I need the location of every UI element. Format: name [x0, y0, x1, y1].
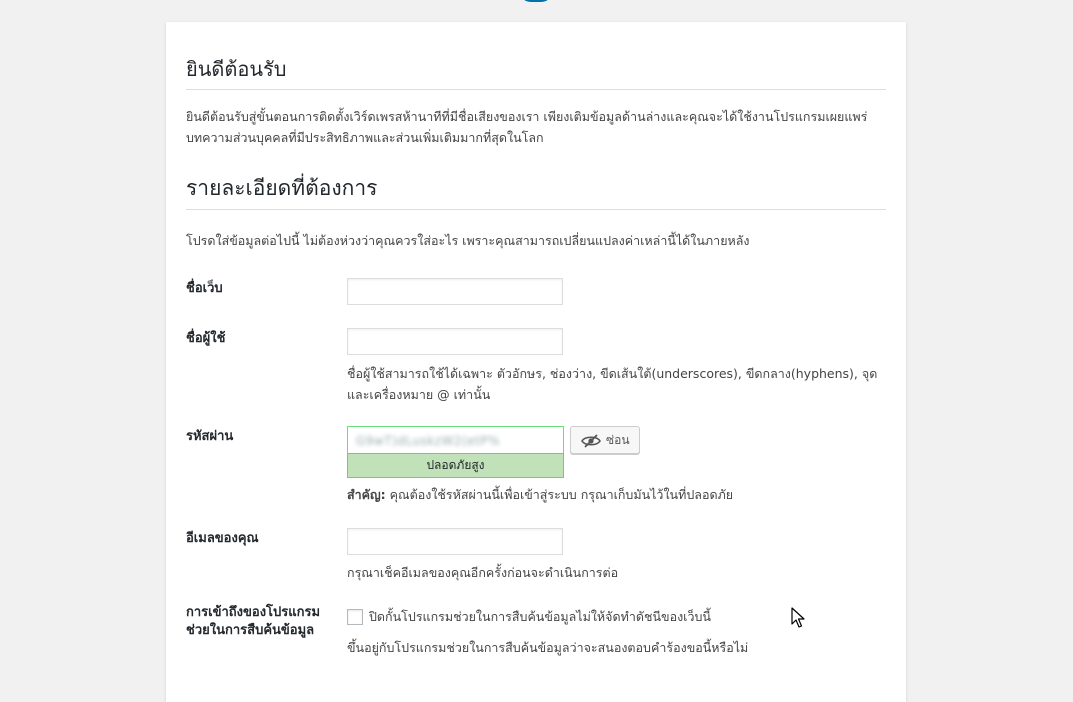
eye-slash-icon	[581, 434, 601, 448]
password-value: G9wT)dLuskzW2(etP%	[356, 434, 500, 448]
search-visibility-label: การเข้าถึงของโปรแกรมช่วยในการสืบค้นข้อมู…	[186, 605, 321, 638]
email-label: อีเมลของคุณ	[186, 531, 259, 546]
setup-card: ยินดีต้อนรับ ยินดีต้อนรับสู่ขั้นตอนการติ…	[166, 22, 906, 702]
welcome-heading: ยินดีต้อนรับ	[186, 54, 886, 90]
hide-button-label: ซ่อน	[606, 433, 630, 447]
details-heading: รายละเอียดที่ต้องการ	[186, 172, 886, 210]
search-hint: ขึ้นอยู่กับโปรแกรมช่วยในการสืบค้นข้อมูลว…	[347, 640, 749, 655]
search-checkbox-label[interactable]: ปิดกั้นโปรแกรมช่วยในการสืบค้นข้อมูลไม่ให…	[369, 606, 909, 627]
search-visibility-checkbox[interactable]	[347, 609, 363, 625]
email-hint: กรุณาเช็คอีเมลของคุณอีกครั้งก่อนจะดำเนิน…	[347, 565, 619, 580]
important-text: คุณต้องใช้รหัสผ่านนี้เพื่อเข้าสู่ระบบ กร…	[385, 487, 734, 502]
username-hint: ชื่อผู้ใช้สามารถใช้ได้เฉพาะ ตัวอักษร, ช่…	[347, 366, 878, 402]
mouse-pointer-icon	[791, 607, 805, 628]
welcome-text: ยินดีต้อนรับสู่ขั้นตอนการติดตั้งเวิร์ดเพ…	[186, 109, 868, 145]
password-strength-meter: ปลอดภัยสูง	[347, 453, 564, 478]
username-label: ชื่อผู้ใช้	[186, 331, 226, 346]
password-input[interactable]: G9wT)dLuskzW2(etP%	[347, 426, 564, 453]
username-input[interactable]	[347, 328, 563, 355]
details-text: โปรดใส่ข้อมูลต่อไปนี้ ไม่ต้องห่วงว่าคุณค…	[186, 233, 750, 248]
site-title-label: ชื่อเว็บ	[186, 281, 223, 296]
wordpress-logo[interactable]	[519, 0, 553, 2]
password-important-note: สำคัญ: คุณต้องใช้รหัสผ่านนี้เพื่อเข้าสู่…	[347, 484, 887, 505]
site-title-input[interactable]	[347, 278, 563, 305]
hide-password-button[interactable]: ซ่อน	[570, 426, 640, 454]
password-label: รหัสผ่าน	[186, 429, 234, 444]
email-input[interactable]	[347, 528, 563, 555]
important-prefix: สำคัญ:	[347, 487, 386, 502]
